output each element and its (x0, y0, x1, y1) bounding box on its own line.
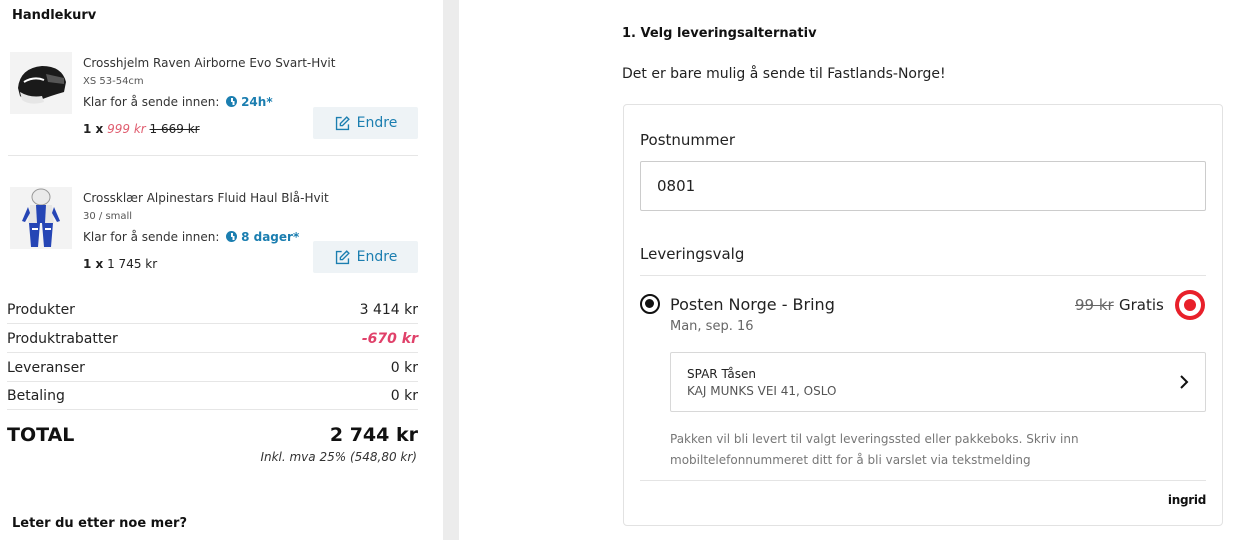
shipping-label: Klar for å sende innen: (83, 230, 220, 244)
cart-panel: Handlekurv Crosshjelm Raven Airborne Evo… (0, 0, 443, 540)
summary-label: Produkter (7, 301, 75, 318)
cart-item: Crosshjelm Raven Airborne Evo Svart-Hvit… (8, 50, 418, 156)
delivery-card: Postnummer Leveringsvalg Posten Norge - … (623, 104, 1223, 526)
order-total: TOTAL 2 744 kr (7, 424, 418, 446)
edit-label: Endre (356, 115, 398, 131)
pickup-point-name: SPAR Tåsen (687, 367, 756, 381)
step-title: 1. Velg leveringsalternativ (622, 26, 817, 41)
cart-title: Handlekurv (12, 8, 97, 23)
delivery-info-text: Pakken vil bli levert til valgt levering… (670, 432, 1079, 467)
more-products-heading: Leter du etter noe mer? (12, 516, 187, 531)
product-name[interactable]: Crossklær Alpinestars Fluid Haul Blå-Hvi… (83, 191, 329, 205)
chevron-right-icon (1180, 375, 1189, 389)
delivery-options-label: Leveringsvalg (640, 245, 745, 263)
summary-value: 3 414 kr (359, 301, 418, 318)
clock-icon (226, 96, 238, 107)
product-quantity: 1 x (83, 122, 104, 136)
shipping-price: Gratis (1119, 296, 1164, 314)
edit-item-button[interactable]: Endre (313, 241, 418, 273)
divider (640, 275, 1206, 276)
summary-value: 0 kr (390, 387, 418, 404)
product-size: 30 / small (83, 211, 133, 222)
edit-label: Endre (356, 249, 398, 265)
summary-value: -670 kr (361, 330, 418, 347)
shipping-time: 24h* (241, 95, 273, 109)
summary-row-payment: Betaling 0 kr (7, 382, 418, 410)
summary-label: Betaling (7, 387, 65, 404)
shipping-time: 8 dager* (241, 230, 300, 244)
price: 1 745 kr (107, 257, 158, 271)
shipping-estimate: Klar for å sende innen: 8 dager* (83, 230, 299, 244)
vat-note: Inkl. mva 25% (548,80 kr) (260, 450, 417, 464)
sale-price: 999 kr (107, 122, 146, 136)
original-price: 1 669 kr (149, 122, 200, 136)
total-label: TOTAL (7, 424, 75, 446)
carrier-name[interactable]: Posten Norge - Bring (670, 295, 835, 314)
pickup-point-address: KAJ MUNKS VEI 41, OSLO (687, 384, 837, 398)
postal-label: Postnummer (640, 131, 736, 149)
product-image-helmet[interactable] (10, 52, 72, 114)
product-image-gear[interactable] (10, 187, 72, 249)
product-name[interactable]: Crosshjelm Raven Airborne Evo Svart-Hvit (83, 56, 335, 70)
delivery-date: Man, sep. 16 (670, 319, 754, 334)
divider (640, 480, 1206, 481)
product-quantity: 1 x (83, 257, 104, 271)
summary-label: Produktrabatter (7, 330, 118, 347)
pickup-point-selector[interactable]: SPAR Tåsen KAJ MUNKS VEI 41, OSLO (670, 352, 1206, 412)
edit-icon (335, 115, 350, 130)
postal-code-input[interactable] (640, 161, 1206, 211)
product-price: 1 x 1 745 kr (83, 257, 157, 271)
product-price: 1 x 999 kr 1 669 kr (83, 122, 200, 136)
product-size: XS 53-54cm (83, 76, 144, 87)
edit-icon (335, 249, 350, 264)
cart-item: Crossklær Alpinestars Fluid Haul Blå-Hvi… (8, 185, 418, 285)
old-shipping-price: 99 kr (1075, 296, 1114, 314)
total-value: 2 744 kr (329, 424, 418, 446)
panel-divider (443, 0, 459, 540)
delivery-notice: Det er bare mulig å sende til Fastlands-… (622, 66, 946, 82)
delivery-option-radio[interactable] (640, 294, 660, 314)
ingrid-logo: ingrid (1167, 493, 1206, 507)
bring-logo-icon (1175, 290, 1205, 320)
clock-icon (226, 231, 238, 242)
shipping-estimate: Klar for å sende innen: 24h* (83, 95, 273, 109)
summary-label: Leveranser (7, 359, 85, 376)
shipping-label: Klar for å sende innen: (83, 95, 220, 109)
summary-row-discounts: Produktrabatter -670 kr (7, 325, 418, 353)
summary-row-shipping: Leveranser 0 kr (7, 354, 418, 382)
edit-item-button[interactable]: Endre (313, 107, 418, 139)
summary-row-products: Produkter 3 414 kr (7, 296, 418, 324)
summary-value: 0 kr (390, 359, 418, 376)
